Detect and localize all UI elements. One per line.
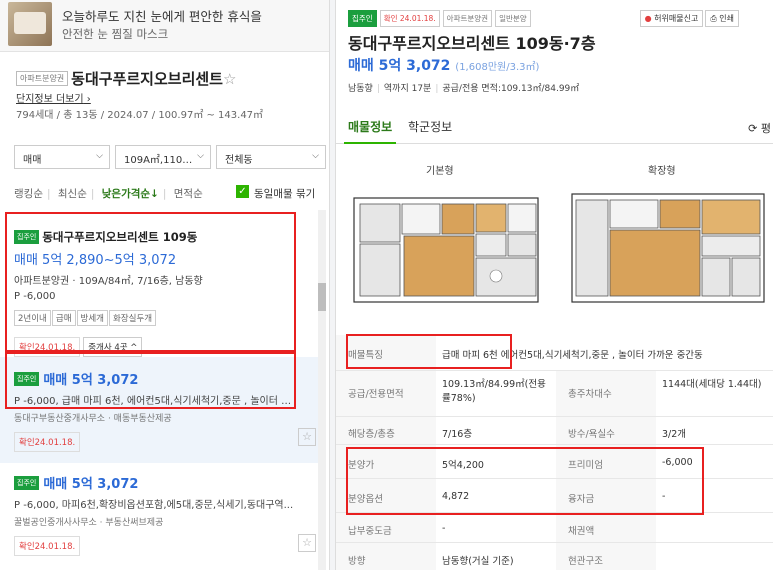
chevron-down-icon: ⌵	[96, 151, 103, 161]
favorite-star-icon[interactable]: ☆	[298, 534, 316, 552]
table-row: 해당층/총층 7/16층 방수/욕실수 3/2개	[336, 417, 773, 445]
chevron-down-icon: ⌵	[312, 151, 319, 161]
confirmed-tag: 확인 24.01.18.	[379, 10, 440, 27]
listing-agency: 동대구부동산중개사무소 · 매동부동산제공	[14, 414, 172, 424]
table-row: 공급/전용면적 109.13㎡/84.99㎡(전용률78%) 총주차대수 114…	[336, 371, 773, 417]
refresh-icon: ⟳	[748, 122, 758, 135]
highlight-box	[5, 352, 296, 409]
complex-info-link[interactable]: 단지정보 더보기 ›	[16, 90, 91, 105]
chevron-down-icon: ⌵	[197, 151, 204, 161]
deal-type-select[interactable]: 매매 ⌵	[14, 145, 110, 169]
plan-label-basic: 기본형	[426, 166, 454, 177]
detail-tags: 집주인 확인 24.01.18. 아파트분양권 일반분양	[348, 6, 534, 27]
price-per-area: (1,608만원/3.3㎡)	[455, 62, 540, 73]
table-row: 납부중도금 - 채권액	[336, 513, 773, 543]
listing-panel: 오늘하루도 지친 눈에게 편안한 휴식을 안전한 눈 찜질 마스크 아파트분양권…	[0, 0, 330, 570]
favorite-star-icon[interactable]: ☆	[298, 428, 316, 446]
owner-tag: 집주인	[348, 10, 377, 27]
favorite-star-icon[interactable]: ☆	[223, 70, 236, 88]
scrollbar-thumb[interactable]	[318, 283, 326, 311]
detail-actions: ● 허위매물신고 ⎙ 인쇄	[638, 6, 739, 27]
listing-card[interactable]: 집주인 매매 5억 3,072 P -6,000, 마피6천,확장비옵션포함,에5…	[4, 472, 322, 556]
complex-name: 동대구푸르지오브리센트	[71, 70, 223, 88]
table-row: 방향 남동향(거실 기준) 현관구조	[336, 543, 773, 570]
building-select[interactable]: 전체동 ⌵	[216, 145, 326, 169]
listing-spec: P -6,000, 마피6천,확장비옵션포함,에5대,중문,식세기,동대구역..…	[14, 500, 294, 511]
listing-price: 매매 5억 3,072	[43, 477, 139, 492]
detail-tabs: 매물정보 학군정보 ⟳ 평	[336, 108, 773, 144]
detail-price: 매매 5억 3,072 (1,608만원/3.3㎡)	[348, 58, 540, 74]
plan-label-extended: 확장형	[648, 166, 676, 177]
same-listing-checkbox[interactable]: ✓	[236, 185, 249, 198]
complex-summary: 794세대 / 총 13동 / 2024.07 / 100.97㎡ ~ 143.…	[16, 110, 264, 121]
filter-bar: 매매 ⌵ 109A㎡,110… ⌵ 전체동 ⌵	[14, 145, 326, 169]
confirmed-date: 확인24.01.18.	[14, 432, 81, 452]
sort-low-price[interactable]: 낮은가격순↓	[102, 186, 159, 201]
detail-title: 동대구푸르지오브리센트 109동·7층	[348, 34, 596, 53]
area-select[interactable]: 109A㎡,110… ⌵	[115, 145, 211, 169]
sort-latest[interactable]: 최신순	[58, 186, 87, 201]
detail-meta: 남동향 | 역까지 17분 | 공급/전용 면적:109.13㎡/84.99㎡	[348, 84, 580, 94]
sale-tag: 일반분양	[495, 10, 531, 27]
ad-banner[interactable]: 오늘하루도 지친 눈에게 편안한 휴식을 안전한 눈 찜질 마스크	[0, 0, 329, 52]
highlight-box	[5, 212, 296, 352]
complex-header: 아파트분양권 동대구푸르지오브리센트☆ 단지정보 더보기 › 794세대 / 총 …	[16, 68, 326, 121]
floor-plan-extended[interactable]	[570, 184, 766, 304]
detail-panel: 집주인 확인 24.01.18. 아파트분양권 일반분양 ● 허위매물신고 ⎙ 인쇄 동…	[336, 0, 773, 570]
unit-toggle[interactable]: ⟳ 평	[748, 120, 771, 136]
print-button[interactable]: ⎙ 인쇄	[705, 10, 739, 27]
siren-icon: ●	[644, 14, 652, 23]
type-tag: 아파트분양권	[442, 10, 493, 27]
tab-listing-info[interactable]: 매물정보	[348, 118, 392, 135]
ad-thumbnail	[8, 2, 52, 46]
owner-badge: 집주인	[14, 475, 40, 490]
highlight-box	[346, 447, 704, 515]
complex-type-tag: 아파트분양권	[16, 71, 69, 86]
highlight-box	[346, 334, 512, 369]
confirmed-date: 확인24.01.18.	[14, 536, 81, 556]
scrollbar[interactable]	[318, 210, 326, 570]
sort-ranking[interactable]: 랭킹순	[14, 186, 43, 201]
floor-plan-basic[interactable]	[352, 184, 540, 304]
sort-bar: 랭킹순 | 최신순 | 낮은가격순↓ | 면적순 ✓ 동일매물 묶기	[14, 185, 316, 201]
sort-area[interactable]: 면적순	[174, 186, 203, 201]
tab-school-info[interactable]: 학군정보	[408, 118, 452, 135]
ad-subtitle: 안전한 눈 찜질 마스크	[62, 27, 169, 41]
floor-plans: 기본형 확장형	[336, 144, 773, 334]
same-listing-label: 동일매물 묶기	[254, 188, 316, 200]
print-icon: ⎙	[710, 14, 717, 23]
ad-title: 오늘하루도 지친 눈에게 편안한 휴식을	[62, 9, 262, 24]
listing-agency: 꿀벌공인중개사사무소 · 부동산써브제공	[14, 518, 164, 528]
report-button[interactable]: ● 허위매물신고	[639, 10, 704, 27]
